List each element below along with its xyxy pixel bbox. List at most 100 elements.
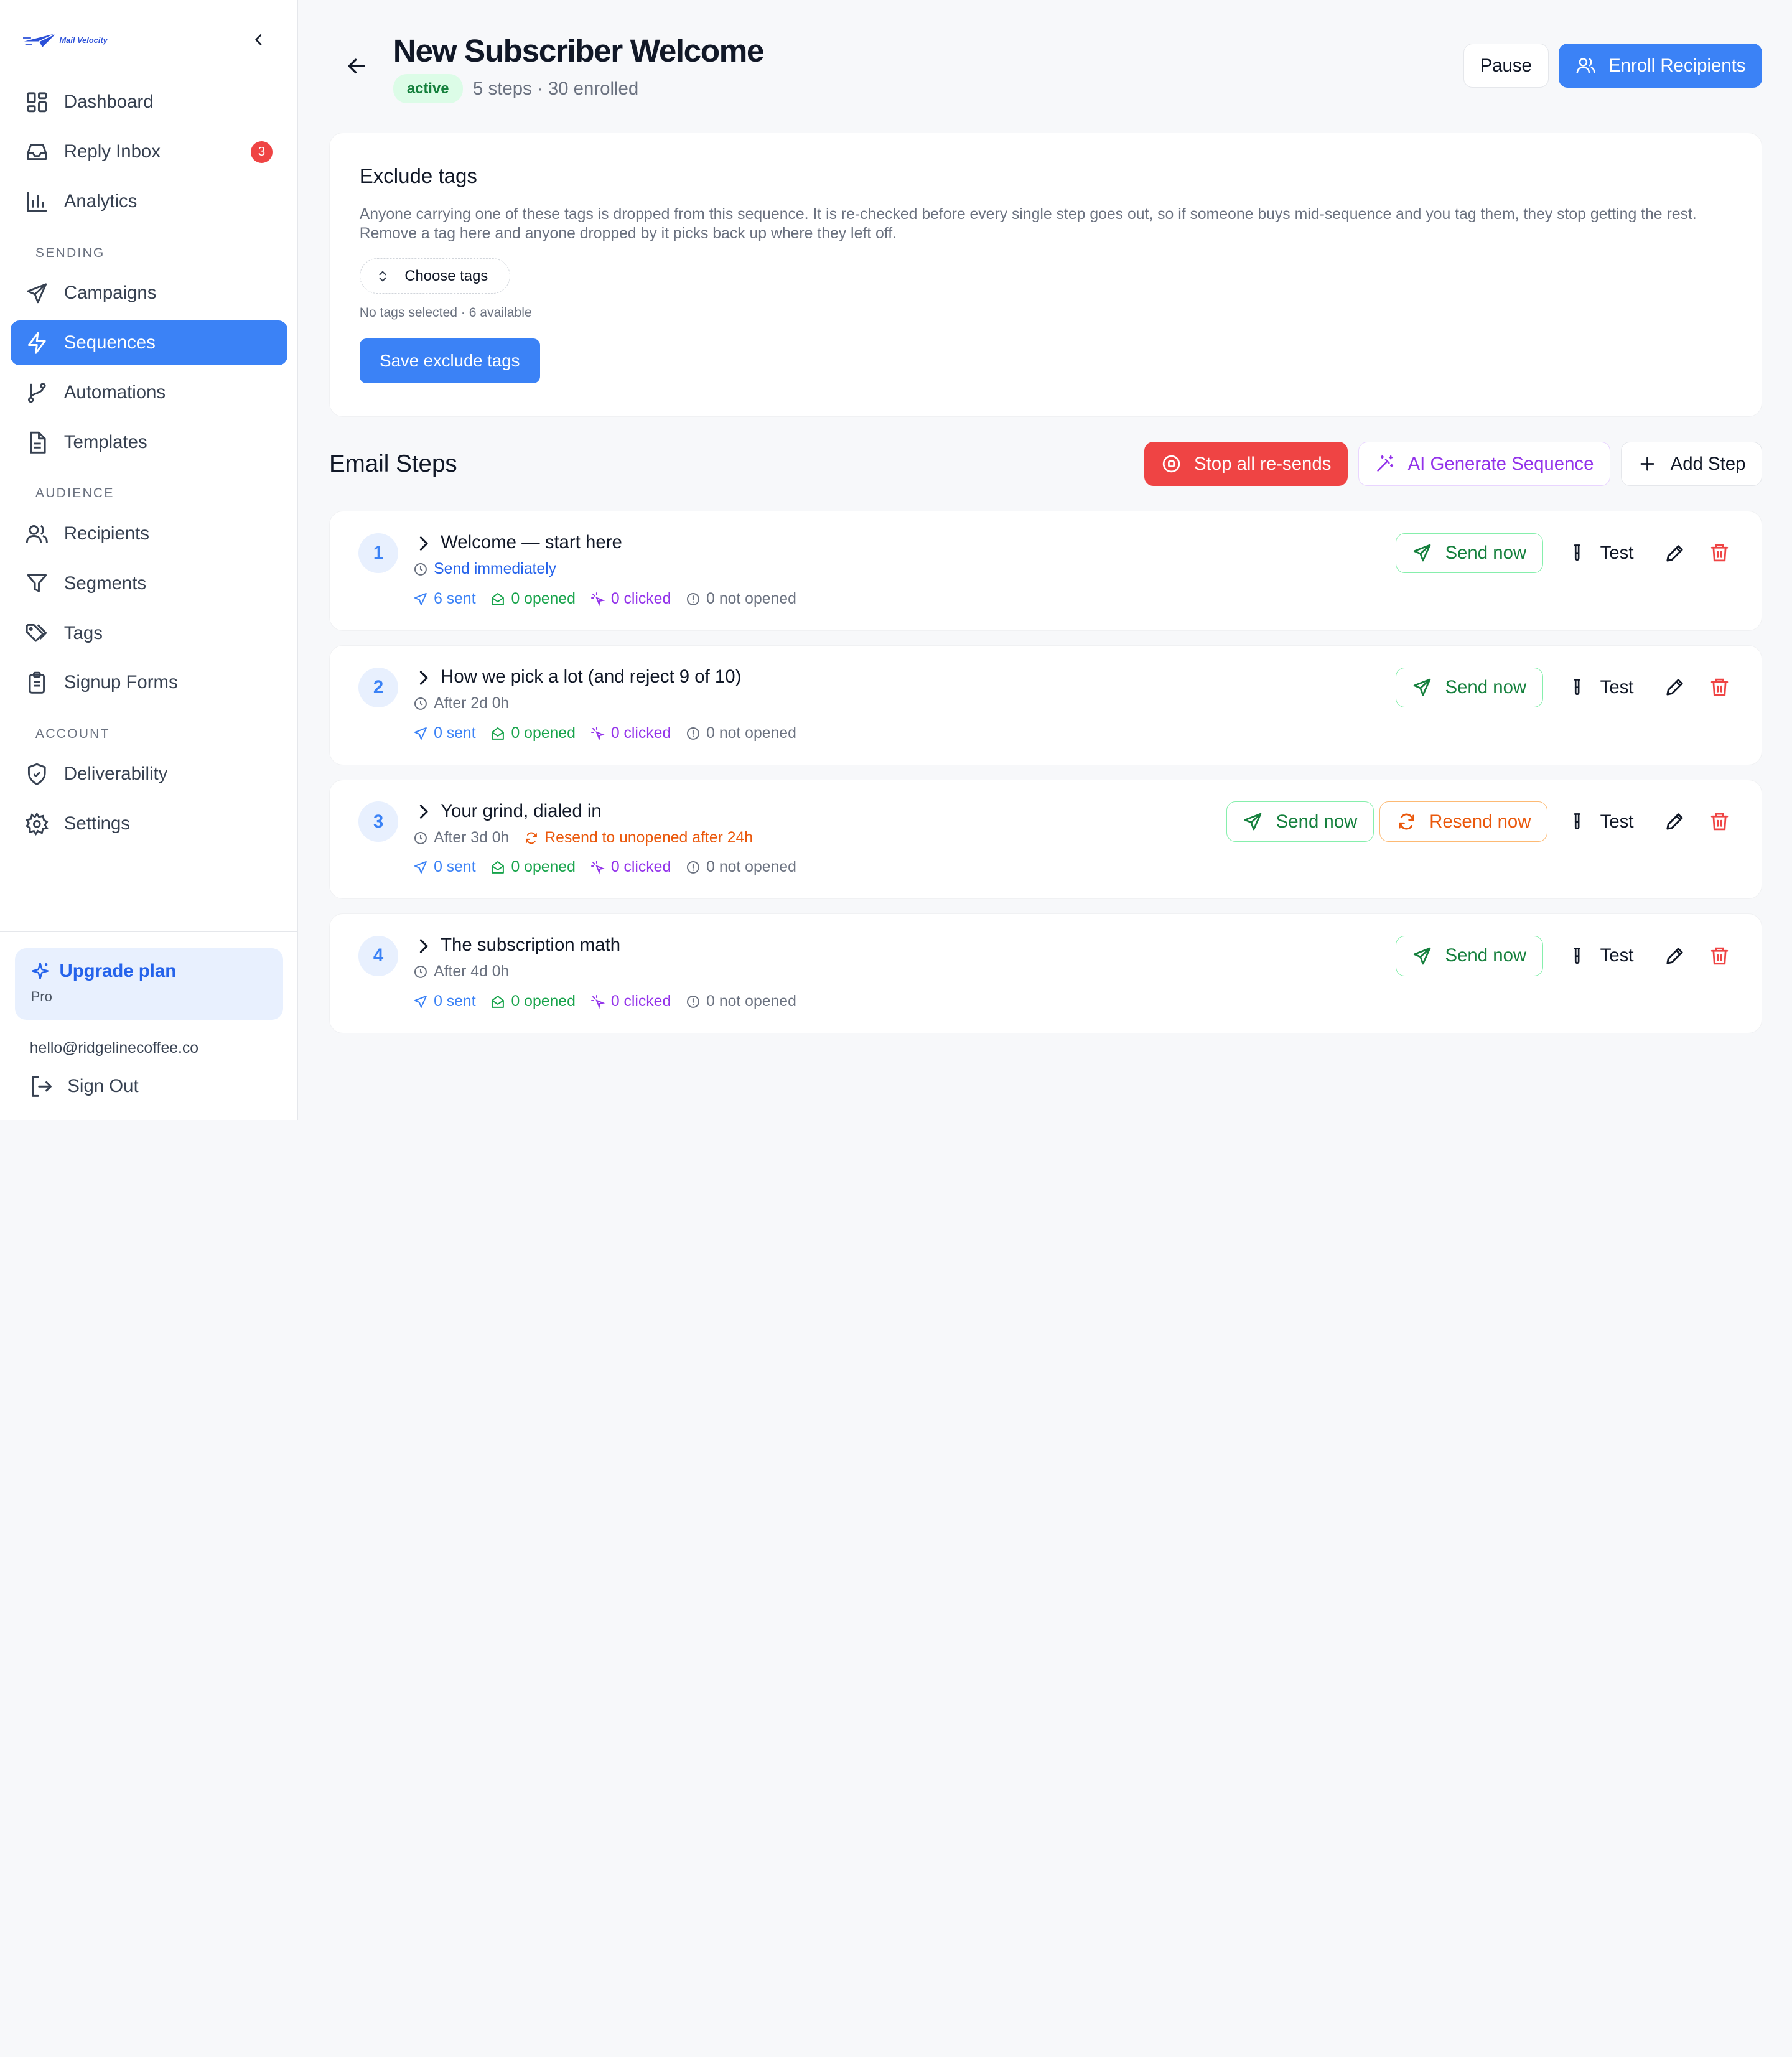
collapse-sidebar-button[interactable] (248, 29, 271, 52)
sidebar-item-automations[interactable]: Automations (11, 370, 287, 415)
send-now-label: Send now (1445, 945, 1527, 966)
tags-icon (26, 624, 47, 642)
send-icon (1413, 544, 1431, 562)
resend-rule-label: Resend to unopened after 24h (544, 829, 754, 846)
stat-sent-value: 0 sent (434, 859, 476, 876)
shield-icon (28, 763, 46, 785)
stop-all-resends-button[interactable]: Stop all re-sends (1144, 441, 1348, 487)
test-label: Test (1600, 676, 1634, 697)
sidebar-item-tags[interactable]: Tags (11, 611, 287, 656)
account-email: hello@ridgelinecoffee.co (29, 1039, 199, 1056)
chevrons-up-down-icon (379, 271, 387, 282)
sidebar-item-campaigns[interactable]: Campaigns (11, 271, 287, 315)
step-title[interactable]: How we pick a lot (and reject 9 of 10) (441, 666, 741, 688)
exclude-tags-card: Exclude tags Anyone carrying one of thes… (329, 133, 1763, 417)
sidebar-item-sequences[interactable]: Sequences (10, 320, 287, 365)
resend-rule: Resend to unopened after 24h (524, 829, 753, 847)
chevron-right-icon[interactable] (413, 801, 434, 822)
section-label-account: ACCOUNT (35, 727, 110, 742)
send-icon (414, 996, 427, 1009)
test-button[interactable]: Test (1568, 811, 1634, 833)
sequence-meta: active 5 steps · 30 enrolled (393, 74, 638, 103)
sidebar-item-templates[interactable]: Templates (11, 420, 287, 465)
sidebar-item-segments[interactable]: Segments (11, 561, 287, 606)
arrow-left-icon (348, 58, 365, 74)
enroll-recipients-button[interactable]: Enroll Recipients (1559, 43, 1763, 88)
stat-clicked-value: 0 clicked (610, 724, 671, 742)
sidebar-item-label: Sequences (63, 332, 156, 353)
delete-step-button[interactable] (1707, 809, 1732, 834)
page-title: New Subscriber Welcome (393, 32, 765, 69)
upgrade-plan-card[interactable]: Upgrade plan Pro (14, 948, 283, 1020)
gear-icon (26, 812, 49, 836)
stat-sent-value: 0 sent (434, 993, 476, 1010)
chevron-right-icon[interactable] (413, 668, 434, 688)
chevron-right-icon[interactable] (413, 936, 434, 956)
step-title[interactable]: Your grind, dialed in (441, 801, 602, 822)
choose-tags-select[interactable]: Choose tags (359, 258, 511, 294)
trash-icon (1710, 544, 1728, 562)
clipboard-icon (29, 671, 45, 694)
send-icon (1413, 679, 1431, 696)
sidebar-item-deliverability[interactable]: Deliverability (11, 752, 287, 797)
delete-step-button[interactable] (1707, 541, 1732, 566)
stat-opened-value: 0 opened (511, 590, 576, 607)
send-now-button[interactable]: Send now (1395, 667, 1543, 707)
delete-step-button[interactable] (1707, 675, 1732, 700)
sidebar-item-label: Deliverability (63, 763, 168, 785)
send-now-button[interactable]: Send now (1395, 936, 1543, 976)
send-now-button[interactable]: Send now (1226, 801, 1374, 842)
sidebar-item-reply-inbox[interactable]: Reply Inbox 3 (11, 129, 287, 174)
clock-icon (414, 563, 427, 576)
test-tube-icon (1574, 813, 1580, 829)
add-step-button[interactable]: Add Step (1620, 441, 1763, 487)
sidebar-item-label: Tags (63, 622, 103, 643)
back-button[interactable] (344, 54, 369, 78)
sidebar-item-signup-forms[interactable]: Signup Forms (11, 661, 287, 706)
refresh-icon (526, 832, 538, 844)
edit-step-button[interactable] (1662, 675, 1687, 700)
send-now-button[interactable]: Send now (1395, 533, 1543, 574)
sidebar: Mail Velocity Dashboard Reply Inbox 3 An… (0, 0, 299, 1120)
clock-icon (414, 831, 427, 844)
stat-not-opened: 0 not opened (686, 993, 796, 1010)
chevron-right-icon[interactable] (413, 533, 434, 554)
step-card: 1 Welcome — start here Send immediately … (329, 510, 1763, 631)
ai-generate-sequence-button[interactable]: AI Generate Sequence (1358, 441, 1611, 487)
trash-icon (1710, 813, 1728, 831)
sidebar-item-label: Reply Inbox (63, 141, 161, 162)
pause-button[interactable]: Pause (1463, 43, 1549, 88)
sidebar-item-dashboard[interactable]: Dashboard (11, 80, 287, 125)
sidebar-item-analytics[interactable]: Analytics (11, 179, 287, 224)
logo-icon (22, 32, 57, 47)
edit-step-button[interactable] (1662, 541, 1687, 566)
test-tube-icon (1574, 947, 1580, 964)
step-title[interactable]: The subscription math (441, 935, 620, 956)
sidebar-item-recipients[interactable]: Recipients (11, 511, 287, 556)
sidebar-item-label: Settings (63, 813, 130, 834)
logo[interactable]: Mail Velocity (22, 31, 108, 49)
stat-clicked: 0 clicked (590, 590, 671, 608)
sidebar-item-settings[interactable]: Settings (11, 802, 287, 847)
step-stats: 6 sent 0 opened 0 clicked 0 not opened (413, 590, 796, 608)
stat-not-opened: 0 not opened (686, 590, 796, 608)
tags-hint: No tags selected · 6 available (359, 305, 532, 320)
resend-now-label: Resend now (1429, 811, 1531, 832)
test-button[interactable]: Test (1568, 543, 1634, 564)
delete-step-button[interactable] (1707, 943, 1732, 968)
ai-label: AI Generate Sequence (1407, 453, 1594, 474)
edit-step-button[interactable] (1662, 809, 1687, 834)
step-title[interactable]: Welcome — start here (441, 532, 622, 553)
sidebar-item-label: Segments (63, 572, 147, 594)
resend-now-button[interactable]: Resend now (1379, 801, 1548, 842)
stat-not-opened-value: 0 not opened (706, 590, 796, 607)
step-delay-label: After 4d 0h (434, 963, 510, 981)
step-delay-label: After 2d 0h (434, 694, 510, 712)
save-exclude-tags-button[interactable]: Save exclude tags (359, 338, 540, 383)
step-number: 3 (358, 801, 399, 842)
sidebar-item-label: Analytics (63, 191, 138, 212)
test-button[interactable]: Test (1568, 945, 1634, 966)
test-button[interactable]: Test (1568, 676, 1634, 698)
sign-out-button[interactable]: Sign Out (29, 1074, 283, 1099)
edit-step-button[interactable] (1662, 943, 1687, 968)
